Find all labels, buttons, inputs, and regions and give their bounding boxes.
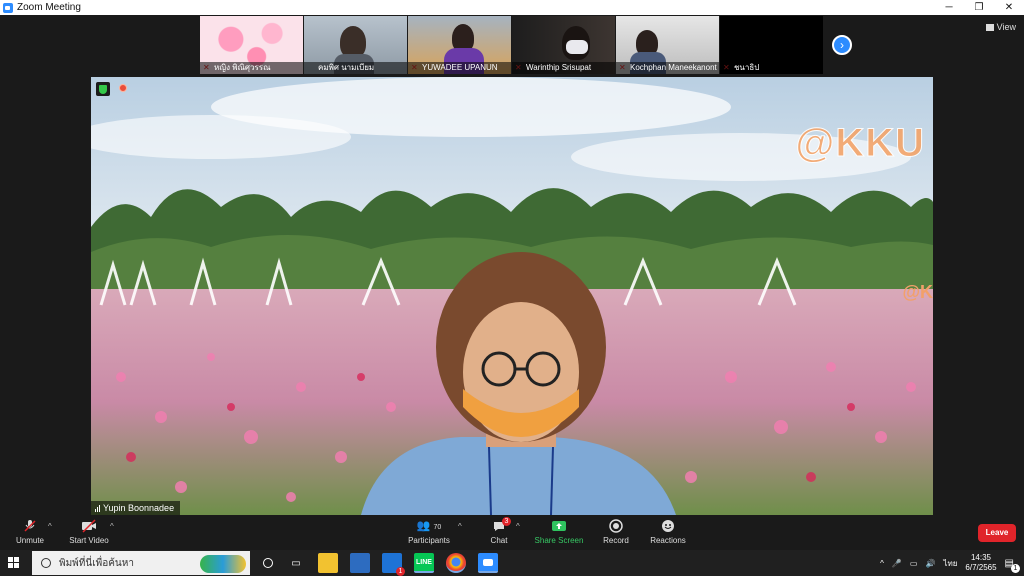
taskbar-clock[interactable]: 14:35 6/7/2565 [965,553,996,573]
unmute-label: Unmute [15,536,44,545]
mail-icon[interactable]: 1 [382,553,405,576]
participant-tile[interactable]: ✕ YUWADEE UPANUN [408,16,511,74]
meeting-toolbar: Unmute ^ Start Video ^ 👥 70 Participants… [0,516,1024,550]
participants-button[interactable]: 👥 70 Participants [404,519,454,545]
unmute-button[interactable]: Unmute [12,519,48,545]
participants-row: 👥 70 [404,519,454,533]
cortana-icon[interactable] [258,553,278,573]
line-app-icon[interactable]: LINE [414,553,434,573]
window-titlebar: Zoom Meeting ─ ❐ ✕ [0,0,1024,15]
video-off-icon [82,519,96,533]
record-icon [609,519,623,533]
volume-icon[interactable]: 🔊 [925,559,935,568]
chrome-icon[interactable] [446,553,466,573]
speaker-name-label: Yupin Boonnadee [91,501,181,515]
participant-tile[interactable]: ✕ ชนาธิป [720,16,823,74]
file-explorer-icon[interactable] [318,553,338,573]
chat-caret-icon[interactable]: ^ [516,522,520,531]
window-title: Zoom Meeting [17,2,81,13]
participant-tile[interactable]: ✕ Kochphan Maneekanont [616,16,719,74]
muted-mic-icon [24,520,36,532]
reactions-label: Reactions [650,536,686,545]
participant-name: Kochphan Maneekanont [616,62,719,74]
signal-strength-icon [95,504,100,512]
close-button[interactable]: ✕ [994,0,1024,15]
chat-label: Chat [490,536,508,545]
window-controls: ─ ❐ ✕ [934,0,1024,15]
clock-date: 6/7/2565 [965,563,997,572]
participant-name: หญิง พิณิศุวรรณ [200,62,303,74]
microphone-tray-icon[interactable]: 🎤 [892,559,902,568]
participant-tile[interactable]: คมพิศ นามเบียม [304,16,407,74]
participant-tile[interactable]: ✕ หญิง พิณิศุวรรณ [200,16,303,74]
participant-video-mask [566,40,588,54]
view-label: View [996,22,1016,32]
reactions-button[interactable]: Reactions [648,519,688,545]
participants-count: 70 [433,524,442,531]
zoom-logo-icon [3,2,13,13]
start-video-label: Start Video [69,536,109,545]
next-page-button[interactable]: › [832,35,852,55]
search-highlight-icon [200,555,246,573]
zoom-taskbar-icon[interactable] [478,553,498,573]
store-icon[interactable] [350,553,370,573]
minimize-button[interactable]: ─ [934,0,964,15]
reactions-icon [662,520,674,532]
search-icon [41,558,51,568]
record-label: Record [603,536,629,545]
language-indicator[interactable]: ไทย [943,557,957,570]
share-screen-button[interactable]: Share Screen [534,519,584,545]
security-shield-icon[interactable] [96,82,110,96]
chat-button[interactable]: 3 Chat [484,517,514,545]
participants-caret-icon[interactable]: ^ [458,522,462,531]
network-icon[interactable]: ▭ [910,559,918,568]
view-button[interactable]: View [985,22,1016,32]
video-options-caret-icon[interactable]: ^ [110,522,114,531]
audio-options-caret-icon[interactable]: ^ [48,522,52,531]
mail-badge: 1 [396,567,405,576]
chat-badge: 3 [502,517,511,526]
system-tray: ^ 🎤 ▭ 🔊 ไทย 14:35 6/7/2565 ▤ 1 [880,550,1024,576]
participant-name: Warinthip Srisupat [512,62,615,74]
windows-taskbar: พิมพ์ที่นี่เพื่อค้นหา ▭ 1 LINE ^ 🎤 ▭ 🔊 ไ… [0,550,1024,576]
participant-name: YUWADEE UPANUN [408,62,511,74]
task-view-icon[interactable]: ▭ [286,553,306,573]
start-video-button[interactable]: Start Video [66,519,112,545]
clock-time: 14:35 [970,553,991,562]
participant-name: ชนาธิป [720,62,823,74]
share-screen-icon [552,521,566,531]
notification-count: 1 [1011,563,1020,573]
participants-label: Participants [408,536,450,545]
taskbar-search-placeholder: พิมพ์ที่นี่เพื่อค้นหา [59,557,134,569]
restore-button[interactable]: ❐ [964,0,994,15]
main-speaker-video: @KKU @K Yupin Boonnadee [91,77,933,515]
view-grid-icon [985,23,994,31]
tray-expand-icon[interactable]: ^ [880,559,884,568]
participants-icon: 👥 [416,520,431,532]
participant-strip: ✕ หญิง พิณิศุวรรณ คมพิศ นามเบียม ✕ YUWAD… [200,16,823,74]
participant-name: คมพิศ นามเบียม [304,62,407,74]
notifications-icon[interactable]: ▤ 1 [1005,558,1020,573]
taskbar-search-box[interactable]: พิมพ์ที่นี่เพื่อค้นหา [32,551,250,575]
share-screen-label: Share Screen [534,536,584,545]
watermark-text: @KKU [795,121,925,166]
speaker-name: Yupin Boonnadee [103,503,175,513]
leave-button[interactable]: Leave [978,524,1016,542]
participant-tile[interactable]: ✕ Warinthip Srisupat [512,16,615,74]
recording-indicator-icon [119,84,127,92]
windows-start-icon[interactable] [8,557,20,569]
record-button[interactable]: Record [600,519,632,545]
watermark-small-text: @K [902,282,933,302]
